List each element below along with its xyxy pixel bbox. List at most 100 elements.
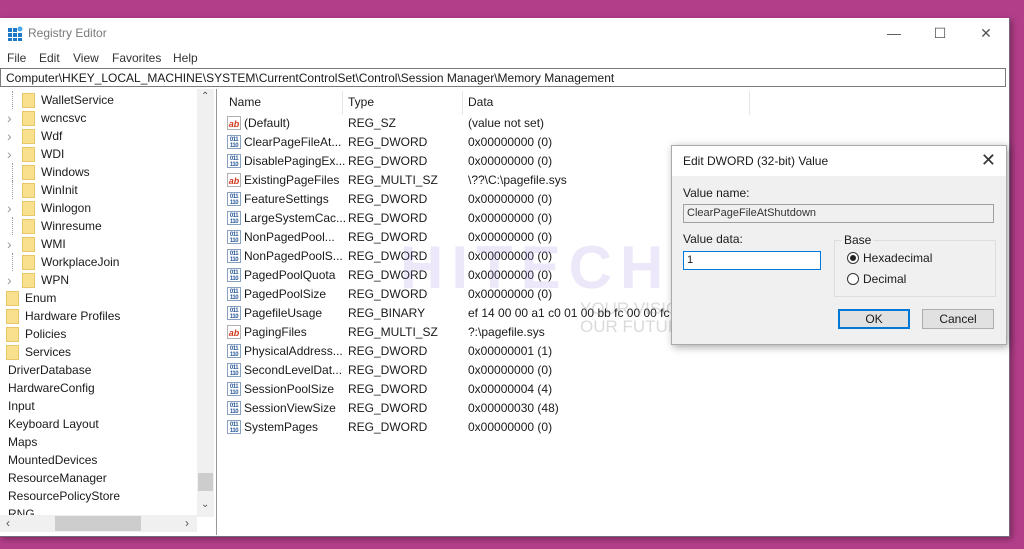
tree-item[interactable]: › WPN bbox=[7, 271, 69, 289]
column-divider[interactable] bbox=[749, 91, 750, 115]
column-divider[interactable] bbox=[462, 91, 463, 115]
menu-file[interactable]: File bbox=[7, 51, 26, 65]
expand-chevron-icon[interactable]: › bbox=[7, 236, 12, 252]
tree-item-label: Policies bbox=[25, 327, 67, 341]
scroll-thumb[interactable] bbox=[198, 473, 213, 491]
value-type: REG_DWORD bbox=[348, 287, 428, 301]
tree-connector bbox=[12, 253, 13, 271]
tree-item[interactable]: Windows bbox=[12, 163, 90, 181]
tree-item[interactable]: ResourcePolicyStore bbox=[8, 487, 120, 505]
folder-icon bbox=[22, 272, 35, 288]
window-title: Registry Editor bbox=[28, 26, 107, 40]
folder-icon bbox=[22, 218, 35, 234]
radio-decimal[interactable]: Decimal bbox=[847, 272, 906, 286]
hscroll-thumb[interactable] bbox=[55, 516, 141, 531]
radio-unselected-icon[interactable] bbox=[847, 273, 859, 285]
scroll-right-icon[interactable]: › bbox=[185, 516, 189, 530]
tree-item-label: DriverDatabase bbox=[8, 363, 92, 377]
binary-value-icon: 011 110 bbox=[227, 363, 241, 377]
radio-selected-icon[interactable] bbox=[847, 252, 859, 264]
value-data-input[interactable]: 1 bbox=[683, 251, 821, 270]
tree-item[interactable]: › WMI bbox=[7, 235, 66, 253]
menu-favorites[interactable]: Favorites bbox=[112, 51, 161, 65]
expand-chevron-icon[interactable]: › bbox=[7, 200, 12, 216]
cancel-button[interactable]: Cancel bbox=[922, 309, 994, 329]
binary-value-icon: 011 110 bbox=[227, 420, 241, 434]
menu-view[interactable]: View bbox=[73, 51, 99, 65]
value-type: REG_DWORD bbox=[348, 268, 428, 282]
tree-item[interactable]: › wcncsvc bbox=[7, 109, 87, 127]
registry-editor-window: Registry Editor — ☐ ✕ File Edit View Fav… bbox=[0, 18, 1010, 537]
ok-button[interactable]: OK bbox=[838, 309, 910, 329]
expand-chevron-icon[interactable]: › bbox=[7, 272, 12, 288]
binary-value-icon: 011 110 bbox=[227, 154, 241, 168]
expand-chevron-icon[interactable]: › bbox=[7, 146, 12, 162]
tree-item[interactable]: Hardware Profiles bbox=[6, 307, 120, 325]
dialog-close-icon[interactable]: ✕ bbox=[981, 150, 996, 171]
value-data: ef 14 00 00 a1 c0 01 00 bb fc 00 00 fc 2… bbox=[468, 306, 687, 320]
value-data: 0x00000000 (0) bbox=[468, 211, 553, 225]
expand-chevron-icon[interactable]: › bbox=[7, 128, 12, 144]
tree-item-label: wcncsvc bbox=[41, 111, 87, 125]
tree-item-label: Winresume bbox=[41, 219, 102, 233]
tree-item[interactable]: Enum bbox=[6, 289, 56, 307]
value-row[interactable]: ab (Default) REG_SZ (value not set) bbox=[221, 114, 921, 133]
tree-item[interactable]: HardwareConfig bbox=[8, 379, 95, 397]
tree-item[interactable]: Maps bbox=[8, 433, 37, 451]
tree-item[interactable]: ResourceManager bbox=[8, 469, 107, 487]
scroll-down-icon[interactable]: ⌄ bbox=[201, 499, 209, 510]
value-name: NonPagedPool... bbox=[244, 230, 335, 244]
tree-item[interactable]: WalletService bbox=[12, 91, 114, 109]
maximize-button[interactable]: ☐ bbox=[917, 18, 963, 48]
tree-item[interactable]: › WDI bbox=[7, 145, 64, 163]
binary-value-icon: 011 110 bbox=[227, 401, 241, 415]
value-row[interactable]: 011 110 SessionPoolSize REG_DWORD 0x00000004… bbox=[221, 380, 921, 399]
column-divider[interactable] bbox=[342, 91, 343, 115]
address-bar[interactable]: Computer\HKEY_LOCAL_MACHINE\SYSTEM\Curre… bbox=[0, 68, 1006, 87]
value-row[interactable]: 011 110 SecondLevelDat... REG_DWORD 0x000000… bbox=[221, 361, 921, 380]
minimize-button[interactable]: — bbox=[871, 18, 917, 48]
tree-connector bbox=[12, 163, 13, 181]
scroll-up-icon[interactable]: ⌃ bbox=[201, 91, 209, 102]
tree-horizontal-scrollbar[interactable]: ‹ › bbox=[0, 515, 197, 532]
radio-hexadecimal[interactable]: Hexadecimal bbox=[847, 251, 932, 265]
column-data[interactable]: Data bbox=[468, 95, 493, 109]
value-name: SecondLevelDat... bbox=[244, 363, 343, 377]
binary-value-icon: 011 110 bbox=[227, 230, 241, 244]
value-row[interactable]: 011 110 SessionViewSize REG_DWORD 0x00000030… bbox=[221, 399, 921, 418]
value-data: 0x00000000 (0) bbox=[468, 154, 553, 168]
tree-item[interactable]: Services bbox=[6, 343, 71, 361]
tree-item[interactable]: WinInit bbox=[12, 181, 78, 199]
tree-item[interactable]: DriverDatabase bbox=[8, 361, 91, 379]
scroll-left-icon[interactable]: ‹ bbox=[6, 516, 10, 530]
tree-item[interactable]: Winresume bbox=[12, 217, 102, 235]
tree-item[interactable]: Input bbox=[8, 397, 35, 415]
value-name: (Default) bbox=[244, 116, 291, 130]
tree-connector bbox=[12, 181, 13, 199]
tree-item[interactable]: › Wdf bbox=[7, 127, 62, 145]
value-name-field: ClearPageFileAtShutdown bbox=[683, 204, 994, 223]
column-type[interactable]: Type bbox=[348, 95, 374, 109]
value-data: 0x00000030 (48) bbox=[468, 401, 559, 415]
tree-item[interactable]: Keyboard Layout bbox=[8, 415, 99, 433]
close-button[interactable]: ✕ bbox=[963, 18, 1009, 48]
column-name[interactable]: Name bbox=[229, 95, 261, 109]
folder-icon bbox=[6, 308, 19, 324]
expand-chevron-icon[interactable]: › bbox=[7, 110, 12, 126]
tree-vertical-scrollbar[interactable]: ⌃ ⌄ bbox=[197, 89, 214, 517]
menu-edit[interactable]: Edit bbox=[39, 51, 60, 65]
tree-item[interactable]: Policies bbox=[6, 325, 66, 343]
tree-item-label: ResourceManager bbox=[8, 471, 107, 485]
tree-item[interactable]: MountedDevices bbox=[8, 451, 97, 469]
menu-help[interactable]: Help bbox=[173, 51, 198, 65]
value-data: \??\C:\pagefile.sys bbox=[468, 173, 567, 187]
string-value-icon: ab bbox=[227, 173, 241, 187]
value-type: REG_SZ bbox=[348, 116, 397, 130]
tree-item[interactable]: WorkplaceJoin bbox=[12, 253, 119, 271]
tree-item[interactable]: › Winlogon bbox=[7, 199, 91, 217]
tree-item-label: WMI bbox=[41, 237, 66, 251]
binary-value-icon: 011 110 bbox=[227, 135, 241, 149]
value-name: ExistingPageFiles bbox=[244, 173, 340, 187]
value-name: ClearPageFileAt... bbox=[244, 135, 342, 149]
value-row[interactable]: 011 110 SystemPages REG_DWORD 0x00000000 (0) bbox=[221, 418, 921, 437]
